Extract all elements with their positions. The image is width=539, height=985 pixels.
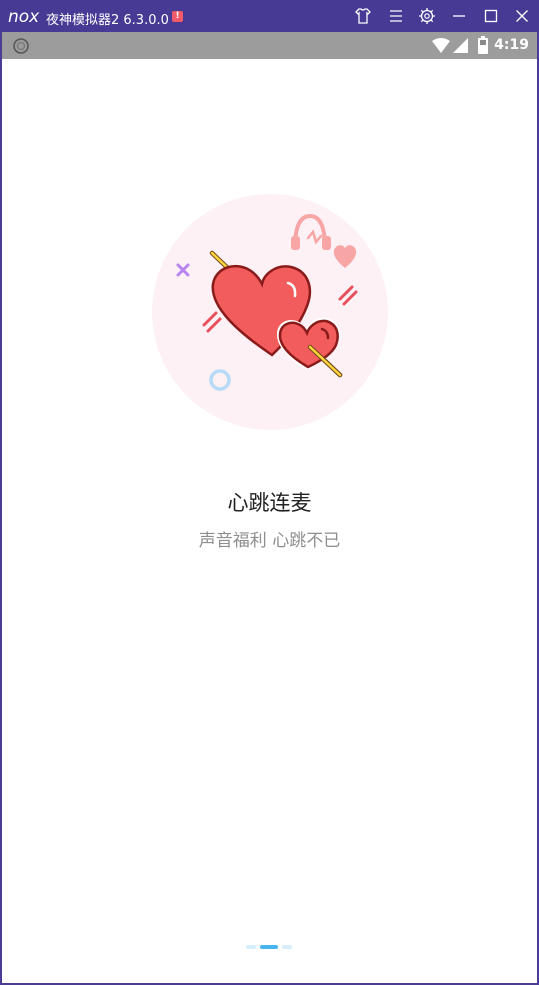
nox-logo: nox [8,7,40,27]
nox-assist-icon [12,37,30,59]
gear-icon[interactable] [417,6,437,26]
shirt-icon[interactable] [353,6,373,26]
close-icon[interactable] [512,6,532,26]
menu-icon[interactable] [386,6,406,26]
page-dot-active [260,945,278,949]
window-title: 夜神模拟器2 6.3.0.0 [46,13,169,28]
emulator-titlebar: nox 夜神模拟器2 6.3.0.0 ! [0,0,539,32]
heartbeat-illustration [150,192,390,432]
wifi-icon [432,38,450,57]
intro-title: 心跳连麦 [227,491,312,515]
status-clock: 4:19 [494,37,529,53]
intro-page[interactable]: 心跳连麦 声音福利 心跳不已 [2,59,537,983]
page-dot [246,945,256,949]
battery-icon [478,36,488,58]
alert-icon[interactable]: ! [172,11,183,22]
minimize-icon[interactable] [449,6,469,26]
intro-subtitle: 声音福利 心跳不已 [198,531,341,551]
android-statusbar: 4:19 [2,32,537,59]
maximize-icon[interactable] [481,6,501,26]
page-dot [282,945,292,949]
signal-icon [453,38,468,57]
